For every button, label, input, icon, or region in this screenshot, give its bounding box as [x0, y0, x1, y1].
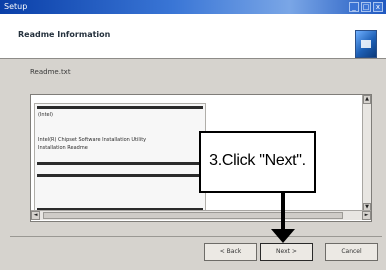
minimize-button[interactable]: _: [349, 2, 359, 12]
wizard-header: Readme Information: [0, 14, 386, 59]
readme-label: Readme.txt: [30, 68, 71, 76]
horizontal-scrollbar[interactable]: ◄ ►: [31, 210, 371, 220]
scroll-left-icon[interactable]: ◄: [31, 211, 40, 220]
cancel-button[interactable]: Cancel: [325, 243, 378, 261]
arrow-head-icon: [271, 229, 295, 243]
instruction-callout: 3.Click "Next".: [199, 131, 316, 193]
setup-icon: [355, 30, 377, 58]
window-controls: _ □ x: [349, 2, 383, 12]
maximize-button[interactable]: □: [361, 2, 371, 12]
readme-line: Intel(R) Chipset Software Installation U…: [38, 137, 147, 143]
readme-line: Installation Readme: [38, 145, 88, 151]
readme-content: (Intel) Intel(R) Chipset Software Instal…: [34, 103, 206, 219]
vertical-scrollbar[interactable]: ▲ ▼: [362, 95, 371, 212]
title-bar[interactable]: Setup _ □ x: [0, 0, 386, 14]
window-title: Setup: [4, 2, 28, 11]
divider-bar: [37, 106, 203, 109]
setup-window: Setup _ □ x Readme Information Readme.tx…: [0, 0, 386, 270]
scroll-thumb[interactable]: [43, 212, 343, 219]
footer-divider: [10, 236, 382, 237]
close-button[interactable]: x: [373, 2, 383, 12]
scroll-right-icon[interactable]: ►: [362, 211, 371, 220]
divider-bar: [37, 162, 203, 165]
callout-text: 3.Click "Next".: [209, 152, 306, 169]
arrow-down-icon: [281, 193, 285, 229]
readme-line: (Intel): [38, 112, 53, 118]
scroll-up-icon[interactable]: ▲: [363, 95, 371, 104]
divider-bar: [37, 174, 203, 177]
page-title: Readme Information: [18, 30, 111, 39]
next-button[interactable]: Next >: [260, 243, 313, 261]
back-button[interactable]: < Back: [204, 243, 257, 261]
